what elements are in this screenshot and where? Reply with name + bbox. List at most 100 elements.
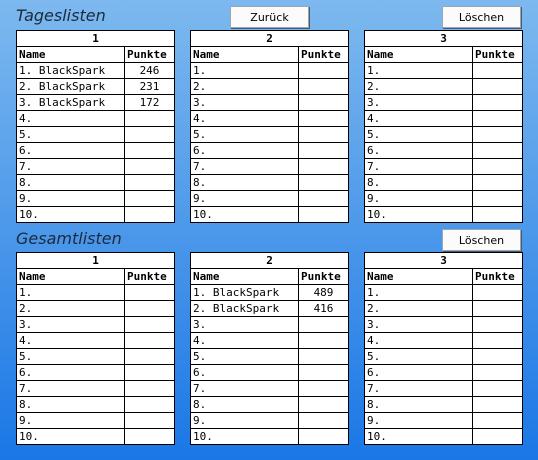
points-cell	[472, 174, 523, 191]
points-cell	[298, 190, 349, 207]
table-row: 1.	[190, 62, 349, 79]
table-row: 6.	[190, 364, 349, 381]
table-row: 6.	[16, 142, 175, 159]
player-name-cell: 7.	[190, 158, 299, 175]
table-row: 8.	[16, 396, 175, 413]
points-cell	[472, 428, 523, 445]
points-cell	[124, 126, 175, 143]
points-cell	[298, 316, 349, 333]
points-cell	[472, 364, 523, 381]
points-cell	[298, 110, 349, 127]
player-name-cell: 3. BlackSpark	[16, 94, 125, 111]
points-cell	[472, 94, 523, 111]
player-name-cell: 2.	[190, 78, 299, 95]
points-cell	[124, 380, 175, 397]
points-column-header: Punkte	[124, 268, 175, 285]
player-name-cell: 8.	[190, 174, 299, 191]
player-name-cell: 10.	[364, 428, 473, 445]
name-column-header: Name	[16, 268, 125, 285]
player-name-cell: 2. BlackSpark	[190, 300, 299, 317]
table-row: 9.	[190, 412, 349, 429]
player-name-cell: 10.	[190, 206, 299, 223]
table-row: 10.	[364, 206, 523, 223]
table-row: 5.	[364, 348, 523, 365]
points-cell	[124, 206, 175, 223]
name-column-header: Name	[364, 268, 473, 285]
points-cell	[124, 174, 175, 191]
points-cell	[124, 110, 175, 127]
name-column-header: Name	[190, 46, 299, 63]
table-header: 2	[190, 30, 349, 47]
table-row: 4.	[364, 110, 523, 127]
player-name-cell: 9.	[364, 412, 473, 429]
points-cell	[472, 332, 523, 349]
player-name-cell: 1.	[364, 284, 473, 301]
table-row: 3. BlackSpark 172	[16, 94, 175, 111]
points-cell	[472, 412, 523, 429]
player-name-cell: 9.	[16, 190, 125, 207]
player-name-cell: 5.	[190, 126, 299, 143]
player-name-cell: 8.	[364, 174, 473, 191]
player-name-cell: 2.	[364, 300, 473, 317]
player-name-cell: 4.	[16, 332, 125, 349]
table-row: 8.	[190, 174, 349, 191]
points-cell	[298, 396, 349, 413]
points-cell	[124, 364, 175, 381]
table-row: 5.	[16, 348, 175, 365]
table-row: 2.	[364, 78, 523, 95]
points-cell	[298, 62, 349, 79]
points-cell	[472, 78, 523, 95]
table-row: 5.	[190, 348, 349, 365]
clear-daily-button[interactable]: Löschen	[442, 6, 521, 28]
table-row: 7.	[16, 158, 175, 175]
table-row: 2. BlackSpark 416	[190, 300, 349, 317]
points-column-header: Punkte	[298, 46, 349, 63]
points-cell	[472, 300, 523, 317]
table-row: 8.	[364, 396, 523, 413]
player-name-cell: 4.	[190, 332, 299, 349]
points-cell	[124, 158, 175, 175]
table-row: 7.	[190, 158, 349, 175]
table-row: 4.	[364, 332, 523, 349]
table-row: 9.	[16, 190, 175, 207]
player-name-cell: 6.	[190, 142, 299, 159]
table-row: 1.	[364, 284, 523, 301]
player-name-cell: 8.	[190, 396, 299, 413]
name-column-header: Name	[16, 46, 125, 63]
table-row: 1.	[16, 284, 175, 301]
table-header: 1	[16, 30, 175, 47]
player-name-cell: 2.	[364, 78, 473, 95]
table-row: 2.	[16, 300, 175, 317]
player-name-cell: 2.	[16, 300, 125, 317]
points-cell	[472, 62, 523, 79]
points-cell	[124, 428, 175, 445]
player-name-cell: 8.	[16, 396, 125, 413]
table-row: 7.	[364, 380, 523, 397]
points-column-header: Punkte	[472, 46, 523, 63]
points-cell	[472, 316, 523, 333]
table-row: 5.	[16, 126, 175, 143]
table-row: 4.	[16, 110, 175, 127]
player-name-cell: 3.	[364, 316, 473, 333]
table-row: 10.	[190, 428, 349, 445]
overall-score-table-2: 2 Name Punkte 1. BlackSpark 489 2. BlackSpark…	[190, 252, 349, 445]
points-cell	[472, 158, 523, 175]
points-cell: 246	[124, 62, 175, 79]
player-name-cell: 4.	[16, 110, 125, 127]
table-row: 8.	[364, 174, 523, 191]
table-row: 6.	[190, 142, 349, 159]
points-cell	[472, 348, 523, 365]
points-cell	[472, 284, 523, 301]
back-button[interactable]: Zurück	[230, 6, 309, 28]
overall-score-table-1: 1 Name Punkte 1. 2. 3. 4. 5. 6. 7. 8. 9. 10.	[16, 252, 175, 445]
points-cell	[124, 284, 175, 301]
player-name-cell: 3.	[190, 316, 299, 333]
overall-lists-title: Gesamtlisten	[16, 229, 122, 248]
table-row: 8.	[190, 396, 349, 413]
points-cell	[298, 412, 349, 429]
points-cell: 489	[298, 284, 349, 301]
table-row: 4.	[190, 332, 349, 349]
table-row: 3.	[190, 316, 349, 333]
points-cell	[472, 190, 523, 207]
clear-overall-button[interactable]: Löschen	[442, 229, 521, 251]
